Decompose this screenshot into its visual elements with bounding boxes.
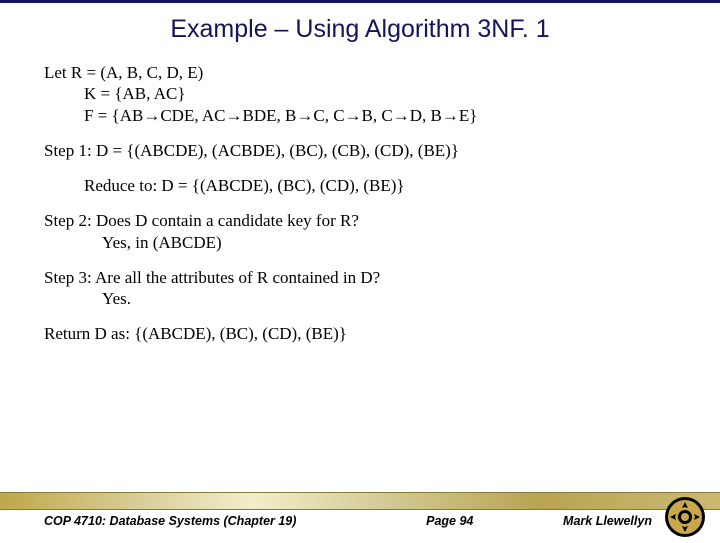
arrow-icon: → xyxy=(296,106,313,125)
step1-line: Step 1: D = {(ABCDE), (ACBDE), (BC), (CB… xyxy=(44,140,680,161)
step3-line: Step 3: Are all the attributes of R cont… xyxy=(44,267,680,310)
footer-bar xyxy=(0,492,720,510)
return-line: Return D as: {(ABCDE), (BC), (CD), (BE)} xyxy=(44,323,680,344)
text: F = {AB→CDE, AC→BDE, B→C, C→B, C→D, B→E} xyxy=(44,105,477,126)
slide-title: Example – Using Algorithm 3NF. 1 xyxy=(0,3,720,62)
let-r-line: Let R = (A, B, C, D, E) K = {AB, AC} F =… xyxy=(44,62,680,126)
text: E} xyxy=(459,106,478,125)
arrow-icon: → xyxy=(143,106,160,125)
footer-text-row: COP 4710: Database Systems (Chapter 19) … xyxy=(0,510,720,528)
text: K = {AB, AC} xyxy=(44,83,185,104)
text: Let R = (A, B, C, D, E) xyxy=(44,63,203,82)
text: B, C xyxy=(362,106,393,125)
footer: COP 4710: Database Systems (Chapter 19) … xyxy=(0,492,720,540)
text: Yes, in (ABCDE) xyxy=(44,232,222,253)
footer-author: Mark Llewellyn xyxy=(563,514,652,528)
text: D, B xyxy=(410,106,442,125)
text: F = {AB xyxy=(84,106,143,125)
slide-body: Let R = (A, B, C, D, E) K = {AB, AC} F =… xyxy=(0,62,720,345)
reduce-line: Reduce to: D = {(ABCDE), (BC), (CD), (BE… xyxy=(44,175,680,196)
text: C, C xyxy=(313,106,344,125)
text: Step 3: Are all the attributes of R cont… xyxy=(44,268,380,287)
text: Yes. xyxy=(44,288,131,309)
footer-course: COP 4710: Database Systems (Chapter 19) xyxy=(44,514,296,528)
text: CDE, AC xyxy=(160,106,225,125)
arrow-icon: → xyxy=(442,106,459,125)
arrow-icon: → xyxy=(226,106,243,125)
arrow-icon: → xyxy=(345,106,362,125)
ucf-logo-icon xyxy=(664,496,706,538)
text: Step 2: Does D contain a candidate key f… xyxy=(44,211,359,230)
step2-line: Step 2: Does D contain a candidate key f… xyxy=(44,210,680,253)
text: BDE, B xyxy=(243,106,297,125)
footer-page: Page 94 xyxy=(426,514,473,528)
arrow-icon: → xyxy=(393,106,410,125)
